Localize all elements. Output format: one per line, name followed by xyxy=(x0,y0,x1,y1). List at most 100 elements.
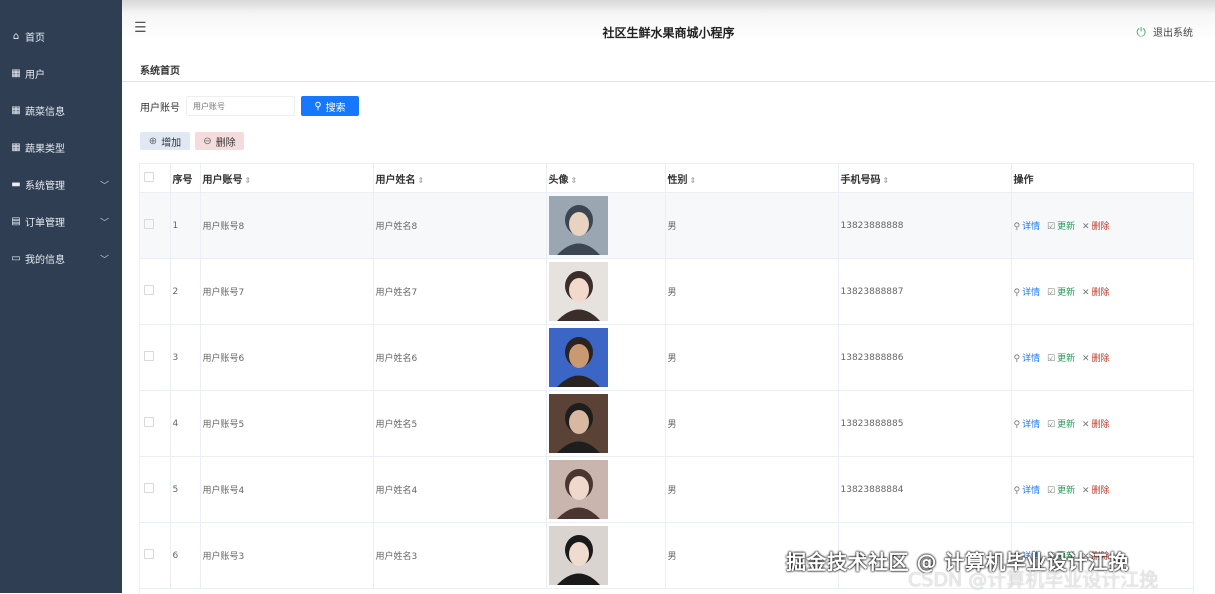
detail-label: 详情 xyxy=(1022,288,1041,298)
column-header-phone[interactable]: 手机号码 ⇕ xyxy=(838,164,1012,193)
sidebar-item-my-info[interactable]: ▭ 我的信息 ﹀ xyxy=(0,240,122,277)
row-checkbox[interactable] xyxy=(144,483,154,493)
row-name: 用户姓名8 xyxy=(373,192,547,259)
avatar[interactable] xyxy=(548,328,608,387)
select-all-checkbox[interactable] xyxy=(144,171,154,182)
table-row[interactable]: 5 用户账号4 用户姓名4 男 13823888884 ⚲ 详情 ☑ 更新 ✕ 删除 xyxy=(140,456,1193,523)
column-header-avatar[interactable]: 头像 ⇕ xyxy=(546,164,666,193)
sidebar-item-label: 系统管理 xyxy=(25,181,65,192)
briefcase-icon: ▬ xyxy=(11,179,21,190)
row-index: 1 xyxy=(170,192,201,259)
chevron-down-icon: ﹀ xyxy=(99,218,109,228)
row-gender: 男 xyxy=(665,390,839,457)
column-header-name[interactable]: 用户姓名 ⇕ xyxy=(373,164,547,193)
row-index: 4 xyxy=(170,390,201,457)
sidebar: ⌂ 首页 ▦ 用户 ▦ 蔬菜信息 ▦ 蔬果类型 ▬ 系统管理 ﹀ ▤ 订单管理 … xyxy=(0,0,122,593)
edit-icon: ☑ xyxy=(1046,420,1056,430)
update-button[interactable]: ☑ 更新 xyxy=(1047,354,1075,364)
breadcrumb-bar: 系统首页 xyxy=(122,58,1215,82)
detail-button[interactable]: ⚲ 详情 xyxy=(1014,354,1041,364)
search-bar: 用户账号 ⚲ 搜索 xyxy=(140,96,359,116)
row-phone: 13823888886 xyxy=(838,324,1012,391)
top-bar: ☰ 社区生鲜水果商城小程序 ⏻ 退出系统 xyxy=(122,0,1215,58)
row-gender: 男 xyxy=(665,456,839,523)
row-checkbox[interactable] xyxy=(144,549,154,559)
row-phone: 13823888887 xyxy=(838,258,1012,325)
table-header-row: 序号 用户账号 ⇕ 用户姓名 ⇕ 头像 ⇕ 性别 ⇕ 手机号码 ⇕ 操作 xyxy=(140,164,1193,193)
row-avatar-cell xyxy=(546,258,666,325)
row-name: 用户姓名4 xyxy=(373,456,547,523)
avatar[interactable] xyxy=(548,196,608,255)
update-button[interactable]: ☑ 更新 xyxy=(1047,486,1075,496)
breadcrumb[interactable]: 系统首页 xyxy=(140,62,180,77)
sort-icon[interactable]: ⇕ xyxy=(571,176,578,185)
row-checkbox[interactable] xyxy=(144,351,154,361)
avatar[interactable] xyxy=(548,262,608,321)
row-delete-button[interactable]: ✕ 删除 xyxy=(1082,486,1110,496)
grid-icon: ▦ xyxy=(11,105,21,116)
row-delete-button[interactable]: ✕ 删除 xyxy=(1082,420,1110,430)
row-avatar-cell xyxy=(546,522,666,589)
row-checkbox[interactable] xyxy=(144,417,154,427)
sidebar-item-orders[interactable]: ▤ 订单管理 ﹀ xyxy=(0,203,122,240)
sidebar-item-produce-type[interactable]: ▦ 蔬果类型 xyxy=(0,129,122,166)
avatar[interactable] xyxy=(548,526,608,585)
sidebar-item-home[interactable]: ⌂ 首页 xyxy=(0,18,122,55)
column-header-account[interactable]: 用户账号 ⇕ xyxy=(200,164,374,193)
row-name: 用户姓名6 xyxy=(373,324,547,391)
row-delete-label: 删除 xyxy=(1091,354,1110,364)
sidebar-item-users[interactable]: ▦ 用户 xyxy=(0,55,122,92)
column-header-label: 用户姓名 xyxy=(375,174,416,186)
sort-icon[interactable]: ⇕ xyxy=(245,176,252,185)
detail-button[interactable]: ⚲ 详情 xyxy=(1014,288,1041,298)
update-button[interactable]: ☑ 更新 xyxy=(1047,222,1075,232)
row-checkbox[interactable] xyxy=(144,285,154,295)
clipboard-icon: ▤ xyxy=(11,216,21,227)
detail-label: 详情 xyxy=(1022,354,1041,364)
column-header-gender[interactable]: 性别 ⇕ xyxy=(665,164,839,193)
grid-icon: ▦ xyxy=(11,68,21,79)
avatar[interactable] xyxy=(548,394,608,453)
row-name: 用户姓名7 xyxy=(373,258,547,325)
row-delete-button[interactable]: ✕ 删除 xyxy=(1082,354,1110,364)
table-row[interactable]: 4 用户账号5 用户姓名5 男 13823888885 ⚲ 详情 ☑ 更新 ✕ 删除 xyxy=(140,390,1193,457)
edit-icon: ☑ xyxy=(1046,354,1056,364)
sidebar-item-label: 订单管理 xyxy=(25,218,65,229)
row-name: 用户姓名3 xyxy=(373,522,547,589)
logout-button[interactable]: ⏻ 退出系统 xyxy=(1136,24,1193,40)
row-delete-button[interactable]: ✕ 删除 xyxy=(1082,222,1110,232)
grid-icon: ▦ xyxy=(11,142,21,153)
row-checkbox[interactable] xyxy=(144,219,154,229)
watermark-csdn: CSDN @计算机毕业设计江挽 xyxy=(908,569,1159,591)
row-account: 用户账号5 xyxy=(200,390,374,457)
sidebar-item-system[interactable]: ▬ 系统管理 ﹀ xyxy=(0,166,122,203)
sidebar-item-label: 我的信息 xyxy=(25,255,65,266)
update-button[interactable]: ☑ 更新 xyxy=(1047,420,1075,430)
avatar[interactable] xyxy=(548,460,608,519)
row-phone: 13823888885 xyxy=(838,390,1012,457)
table-row[interactable]: 2 用户账号7 用户姓名7 男 13823888887 ⚲ 详情 ☑ 更新 ✕ 删除 xyxy=(140,258,1193,325)
sort-icon[interactable]: ⇕ xyxy=(418,176,425,185)
sort-icon[interactable]: ⇕ xyxy=(690,176,697,185)
delete-button[interactable]: ⊖ 删除 xyxy=(195,132,244,150)
edit-icon: ☑ xyxy=(1046,222,1056,232)
sort-icon[interactable]: ⇕ xyxy=(883,176,890,185)
app-title: 社区生鲜水果商城小程序 xyxy=(602,26,735,40)
sidebar-item-vegetable-info[interactable]: ▦ 蔬菜信息 xyxy=(0,92,122,129)
add-button[interactable]: ⊕ 增加 xyxy=(140,132,190,150)
search-button[interactable]: ⚲ 搜索 xyxy=(301,96,359,116)
row-delete-button[interactable]: ✕ 删除 xyxy=(1082,288,1110,298)
table-row[interactable]: 1 用户账号8 用户姓名8 男 13823888888 ⚲ 详情 ☑ 更新 ✕ 删除 xyxy=(140,192,1193,259)
row-account: 用户账号4 xyxy=(200,456,374,523)
delete-button-label: 删除 xyxy=(215,137,236,149)
row-index: 5 xyxy=(170,456,201,523)
search-input[interactable] xyxy=(186,96,295,116)
close-icon: ✕ xyxy=(1081,222,1090,232)
detail-label: 详情 xyxy=(1022,420,1041,430)
detail-button[interactable]: ⚲ 详情 xyxy=(1014,420,1041,430)
row-delete-label: 删除 xyxy=(1091,420,1110,430)
update-button[interactable]: ☑ 更新 xyxy=(1047,288,1075,298)
detail-button[interactable]: ⚲ 详情 xyxy=(1014,486,1041,496)
table-row[interactable]: 3 用户账号6 用户姓名6 男 13823888886 ⚲ 详情 ☑ 更新 ✕ 删除 xyxy=(140,324,1193,391)
detail-button[interactable]: ⚲ 详情 xyxy=(1014,222,1041,232)
